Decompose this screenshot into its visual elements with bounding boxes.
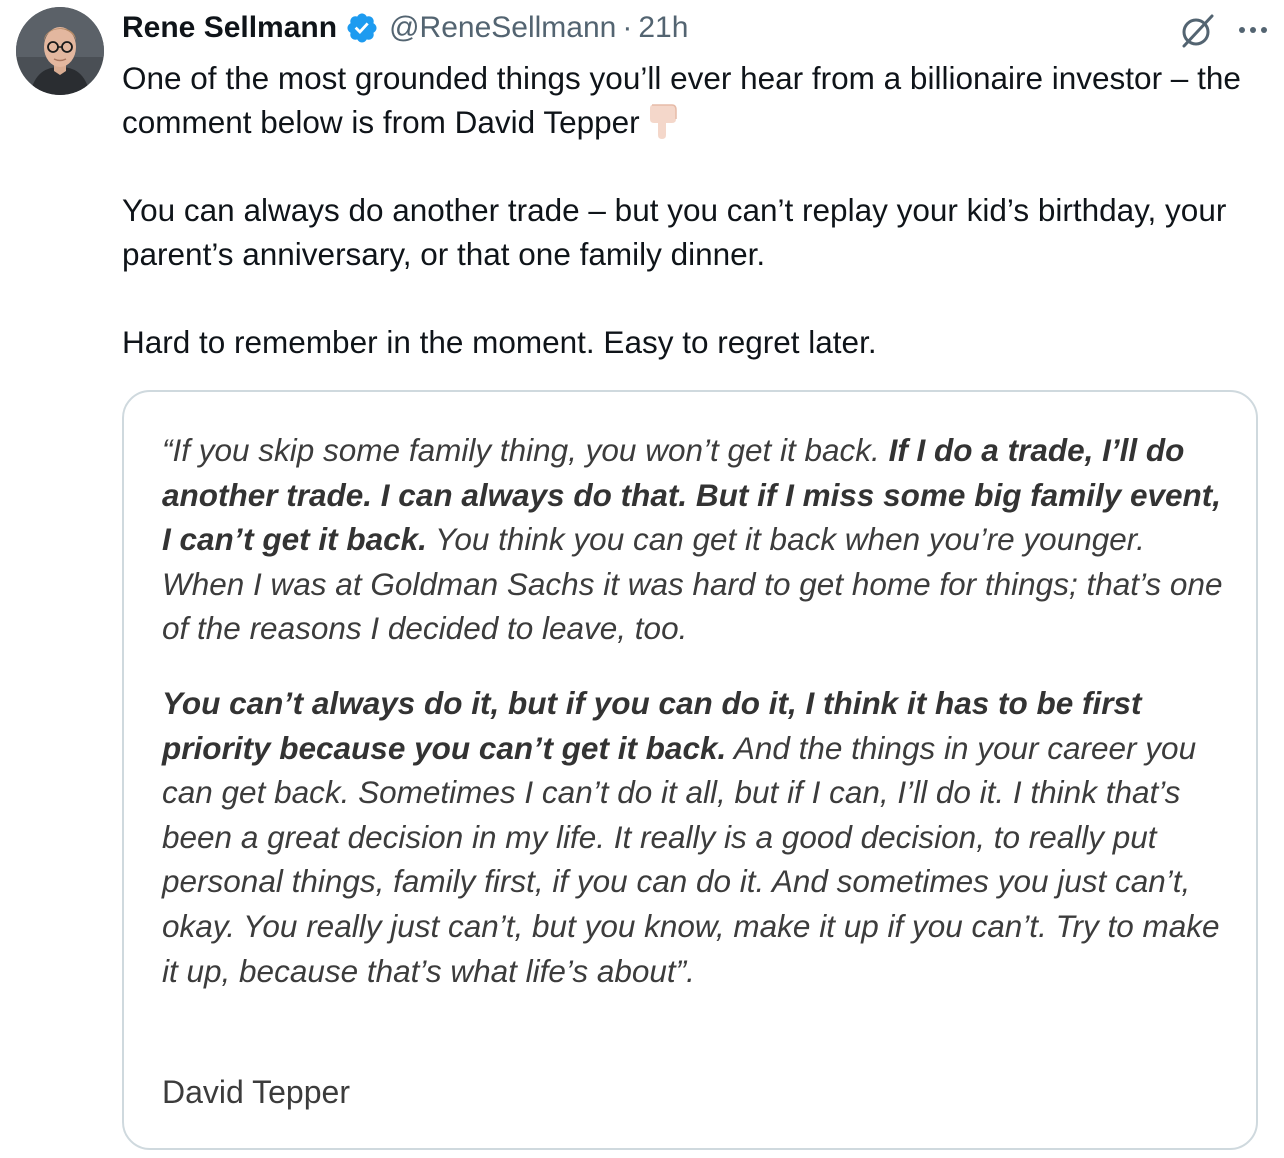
timestamp[interactable]: 21h	[638, 11, 688, 45]
verified-badge-icon[interactable]	[345, 11, 379, 45]
pointing-down-emoji-icon	[646, 101, 680, 141]
tweet-text-line: One of the most grounded things you’ll e…	[122, 60, 1241, 140]
media-card[interactable]: “If you skip some family thing, you won’…	[122, 390, 1258, 1150]
grok-icon[interactable]	[1178, 10, 1218, 50]
quote-paragraph-1: “If you skip some family thing, you won’…	[162, 428, 1232, 651]
quote-text-run: And the things in your career you can ge…	[162, 729, 1220, 989]
quote-paragraph-2: You can’t always do it, but if you can d…	[162, 681, 1232, 993]
tweet-paragraph-1: One of the most grounded things you’ll e…	[122, 56, 1272, 144]
author-display-name[interactable]: Rene Sellmann	[122, 11, 337, 45]
tweet-header: Rene Sellmann @ReneSellmann · 21h	[122, 8, 688, 48]
quote-text-run: “If you skip some family thing, you won’…	[162, 432, 889, 468]
tweet-paragraph-3: Hard to remember in the moment. Easy to …	[122, 324, 877, 360]
more-options-icon[interactable]	[1236, 13, 1270, 47]
quote-attribution: David Tepper	[162, 1074, 350, 1110]
tweet-top-actions	[1178, 10, 1270, 50]
author-handle[interactable]: @ReneSellmann	[389, 11, 616, 45]
tweet-body: One of the most grounded things you’ll e…	[122, 56, 1272, 364]
separator-dot: ·	[622, 11, 633, 44]
avatar[interactable]	[16, 7, 104, 95]
tweet-paragraph-2: You can always do another trade – but yo…	[122, 192, 1227, 272]
quote-text: “If you skip some family thing, you won’…	[162, 428, 1232, 993]
